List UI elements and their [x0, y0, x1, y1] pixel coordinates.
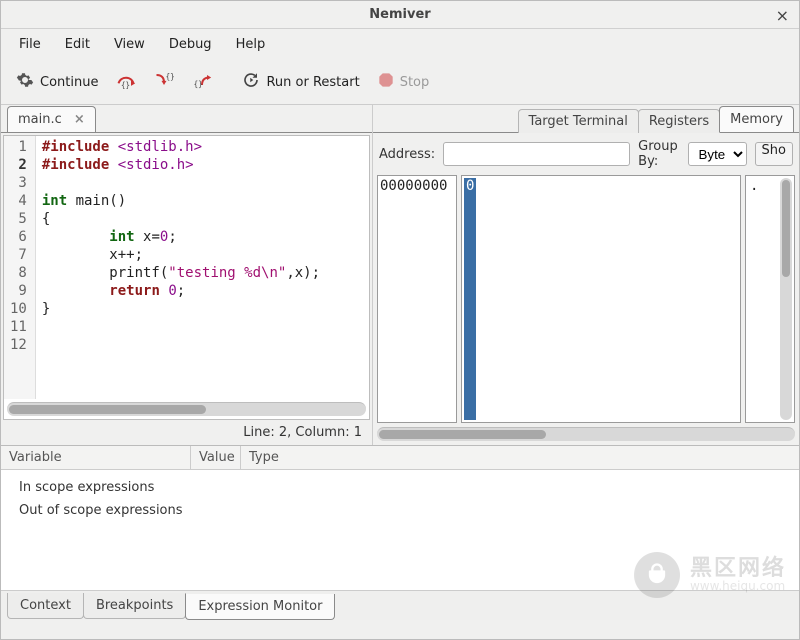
- address-label: Address:: [379, 147, 435, 162]
- source-tabs: main.c ×: [1, 105, 372, 133]
- gears-icon: [16, 71, 34, 93]
- memory-toolbar: Address: Group By: Byte Sho: [373, 133, 799, 175]
- show-button[interactable]: Sho: [755, 142, 793, 166]
- run-restart-button[interactable]: Run or Restart: [235, 66, 366, 98]
- step-over-icon: {}: [116, 71, 136, 93]
- groupby-label: Group By:: [638, 139, 679, 169]
- inspect-tabs: Target Terminal Registers Memory: [373, 105, 799, 133]
- groupby-select[interactable]: Byte: [688, 142, 747, 166]
- bottom-tabs: Context Breakpoints Expression Monitor: [1, 590, 799, 620]
- tab-target-terminal[interactable]: Target Terminal: [518, 109, 639, 133]
- variables-pane: Variable Value Type In scope expressions…: [1, 445, 799, 620]
- run-restart-label: Run or Restart: [266, 75, 359, 90]
- tab-registers[interactable]: Registers: [638, 109, 720, 133]
- code-area[interactable]: #include <stdlib.h>#include <stdio.h> in…: [36, 136, 326, 399]
- tab-expression-monitor[interactable]: Expression Monitor: [185, 594, 335, 620]
- menu-bar: File Edit View Debug Help: [1, 29, 799, 62]
- address-input[interactable]: [443, 142, 630, 166]
- tab-memory[interactable]: Memory: [719, 106, 794, 132]
- menu-view[interactable]: View: [104, 33, 155, 56]
- memory-hex-selected: 0: [464, 178, 476, 420]
- continue-button[interactable]: Continue: [9, 66, 105, 98]
- memory-address-column: 00000000: [377, 175, 457, 423]
- menu-debug[interactable]: Debug: [159, 33, 222, 56]
- col-variable[interactable]: Variable: [1, 446, 191, 469]
- source-editor[interactable]: 123456789101112 #include <stdlib.h>#incl…: [3, 135, 370, 420]
- stop-label: Stop: [400, 75, 430, 90]
- inspect-pane: Target Terminal Registers Memory Address…: [373, 105, 799, 445]
- svg-text:{}: {}: [121, 81, 130, 90]
- toolbar: Continue {} {} {} Run or Restart Stop: [1, 62, 799, 105]
- memory-hex-column[interactable]: 0: [461, 175, 741, 423]
- window-close-button[interactable]: ×: [776, 6, 789, 25]
- tab-context[interactable]: Context: [7, 593, 84, 619]
- memory-hscroll[interactable]: [377, 427, 795, 441]
- step-out-button[interactable]: {}: [185, 66, 219, 98]
- restart-icon: [242, 71, 260, 93]
- svg-text:{}: {}: [166, 72, 174, 81]
- variables-rows: In scope expressions Out of scope expres…: [1, 470, 799, 590]
- row-out-scope[interactable]: Out of scope expressions: [1, 499, 799, 522]
- step-over-button[interactable]: {}: [109, 66, 143, 98]
- close-icon[interactable]: ×: [74, 112, 85, 127]
- editor-hscroll[interactable]: [7, 402, 366, 416]
- continue-label: Continue: [40, 75, 98, 90]
- col-value[interactable]: Value: [191, 446, 241, 469]
- tab-breakpoints[interactable]: Breakpoints: [83, 593, 186, 619]
- window-title: Nemiver: [369, 7, 430, 22]
- memory-ascii-vscroll[interactable]: [780, 178, 792, 420]
- stop-button[interactable]: Stop: [371, 67, 437, 97]
- tab-label: main.c: [18, 112, 62, 127]
- svg-text:{}: {}: [194, 80, 203, 89]
- step-into-icon: {}: [154, 71, 174, 93]
- col-type[interactable]: Type: [241, 446, 287, 469]
- stop-icon: [378, 72, 394, 92]
- memory-ascii-column: .: [745, 175, 795, 423]
- memory-view: 00000000 0 .: [373, 175, 799, 423]
- line-gutter: 123456789101112: [4, 136, 36, 399]
- step-out-icon: {}: [192, 71, 212, 93]
- variables-columns: Variable Value Type: [1, 446, 799, 470]
- editor-status: Line: 2, Column: 1: [1, 422, 372, 445]
- step-into-button[interactable]: {}: [147, 66, 181, 98]
- menu-file[interactable]: File: [9, 33, 51, 56]
- title-bar: Nemiver ×: [1, 1, 799, 29]
- menu-edit[interactable]: Edit: [55, 33, 100, 56]
- row-in-scope[interactable]: In scope expressions: [1, 476, 799, 499]
- tab-main-c[interactable]: main.c ×: [7, 106, 96, 132]
- source-pane: main.c × 123456789101112 #include <stdli…: [1, 105, 373, 445]
- menu-help[interactable]: Help: [226, 33, 276, 56]
